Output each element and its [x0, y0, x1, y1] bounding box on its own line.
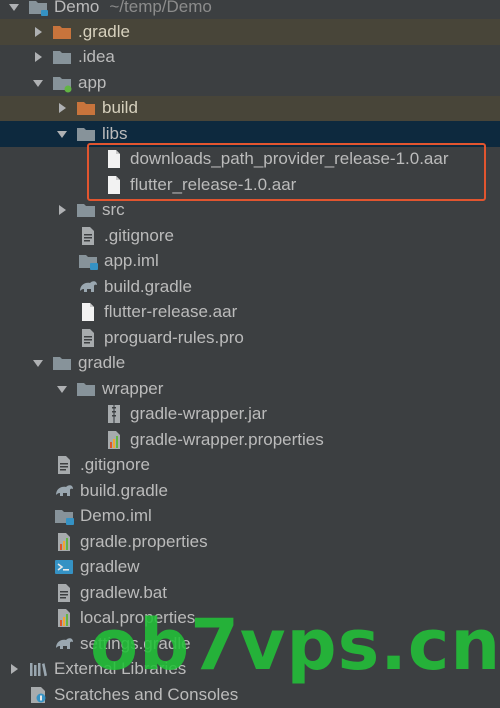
tree-item-label: .gitignore	[104, 225, 174, 245]
tree-row-root-gitignore[interactable]: .gitignore	[0, 453, 500, 479]
tree-row-app-iml[interactable]: app.iml	[0, 249, 500, 275]
tree-row-wrapper[interactable]: wrapper	[0, 376, 500, 402]
tree-item-label: wrapper	[102, 378, 164, 398]
scratches-icon	[28, 685, 48, 705]
tree-row-gradle-properties[interactable]: gradle.properties	[0, 529, 500, 555]
tree-item-label: gradle-wrapper.jar	[130, 404, 268, 424]
module-file-icon	[54, 506, 74, 526]
chevron-down-icon[interactable]	[8, 1, 20, 13]
tree-row-proguard[interactable]: proguard-rules.pro	[0, 325, 500, 351]
file-icon	[78, 302, 98, 322]
tree-row-root-build-gradle[interactable]: build.gradle	[0, 478, 500, 504]
tree-row-wrapper-properties[interactable]: gradle-wrapper.properties	[0, 427, 500, 453]
folder-icon	[76, 379, 96, 399]
tree-item-label: gradle-wrapper.properties	[130, 429, 324, 449]
tree-row-wrapper-jar[interactable]: gradle-wrapper.jar	[0, 402, 500, 428]
android-module-folder-icon	[52, 73, 72, 93]
tree-row-local-properties[interactable]: local.properties	[0, 606, 500, 632]
text-file-icon	[78, 226, 98, 246]
tree-row-external-libraries[interactable]: External Libraries	[0, 657, 500, 683]
gradle-icon	[54, 481, 74, 501]
tree-row-app-gitignore[interactable]: .gitignore	[0, 223, 500, 249]
tree-row-src[interactable]: src	[0, 198, 500, 224]
properties-file-icon	[104, 430, 124, 450]
tree-item-label: Scratches and Consoles	[54, 684, 239, 704]
tree-row-gradle-dir[interactable]: .gradle	[0, 19, 500, 45]
archive-icon	[104, 404, 124, 424]
tree-row-idea[interactable]: .idea	[0, 45, 500, 71]
tree-item-label: .gradle	[78, 21, 130, 41]
chevron-down-icon[interactable]	[32, 357, 44, 369]
tree-item-label: build	[102, 98, 138, 118]
text-file-icon	[54, 455, 74, 475]
tree-row-gradlew[interactable]: gradlew	[0, 555, 500, 581]
project-tree: Demo ~/temp/Demo .gradle .idea app build…	[0, 0, 500, 707]
tree-row-gradlew-bat[interactable]: gradlew.bat	[0, 580, 500, 606]
tree-item-label: libs	[102, 123, 128, 143]
tree-row-demo-root[interactable]: Demo ~/temp/Demo	[0, 0, 500, 20]
gradle-icon	[54, 634, 74, 654]
tree-item-label: app	[78, 72, 107, 92]
folder-icon	[76, 124, 96, 144]
tree-item-label: Demo.iml	[80, 506, 152, 526]
tree-item-label: flutter-release.aar	[104, 302, 238, 322]
tree-row-scratches[interactable]: Scratches and Consoles	[0, 682, 500, 708]
tree-row-settings-gradle[interactable]: settings.gradle	[0, 631, 500, 657]
tree-item-label: settings.gradle	[80, 633, 191, 653]
properties-file-icon	[54, 608, 74, 628]
text-file-icon	[78, 328, 98, 348]
folder-icon	[52, 47, 72, 67]
module-file-icon	[78, 251, 98, 271]
tree-item-label: build.gradle	[80, 480, 168, 500]
library-icon	[28, 659, 48, 679]
tree-item-label: src	[102, 200, 125, 220]
gradle-icon	[78, 277, 98, 297]
tree-row-build[interactable]: build	[0, 95, 500, 121]
tree-row-app-build-gradle[interactable]: build.gradle	[0, 274, 500, 300]
folder-icon	[76, 200, 96, 220]
tree-item-label: Demo	[54, 0, 100, 16]
project-path: ~/temp/Demo	[109, 0, 212, 16]
chevron-right-icon[interactable]	[32, 26, 44, 38]
chevron-down-icon[interactable]	[32, 77, 44, 89]
excluded-folder-icon	[76, 98, 96, 118]
chevron-right-icon[interactable]	[32, 51, 44, 63]
tree-row-flutter-release-aar[interactable]: flutter-release.aar	[0, 300, 500, 326]
chevron-down-icon[interactable]	[56, 383, 68, 395]
text-file-icon	[54, 583, 74, 603]
tree-item-label: gradle	[78, 353, 126, 373]
tree-item-label: .idea	[78, 47, 115, 67]
excluded-folder-icon	[52, 22, 72, 42]
chevron-right-icon[interactable]	[8, 663, 20, 675]
folder-icon	[52, 353, 72, 373]
shell-script-icon	[54, 557, 74, 577]
tree-row-gradle[interactable]: gradle	[0, 351, 500, 377]
tree-row-demo-iml[interactable]: Demo.iml	[0, 504, 500, 530]
tree-item-label: app.iml	[104, 251, 159, 271]
tree-item-label: build.gradle	[104, 276, 192, 296]
chevron-right-icon[interactable]	[56, 204, 68, 216]
tree-item-label: External Libraries	[54, 659, 187, 679]
tree-item-label: .gitignore	[80, 455, 150, 475]
chevron-down-icon[interactable]	[56, 128, 68, 140]
tree-item-label: gradle.properties	[80, 531, 208, 551]
tree-item-label: proguard-rules.pro	[104, 327, 244, 347]
properties-file-icon	[54, 532, 74, 552]
tree-item-label: local.properties	[80, 608, 196, 628]
tree-row-app[interactable]: app	[0, 70, 500, 96]
tree-item-label: gradlew	[80, 557, 140, 577]
highlight-annotation	[87, 143, 486, 201]
chevron-right-icon[interactable]	[56, 102, 68, 114]
module-folder-icon	[28, 0, 48, 17]
tree-item-label: gradlew.bat	[80, 582, 167, 602]
